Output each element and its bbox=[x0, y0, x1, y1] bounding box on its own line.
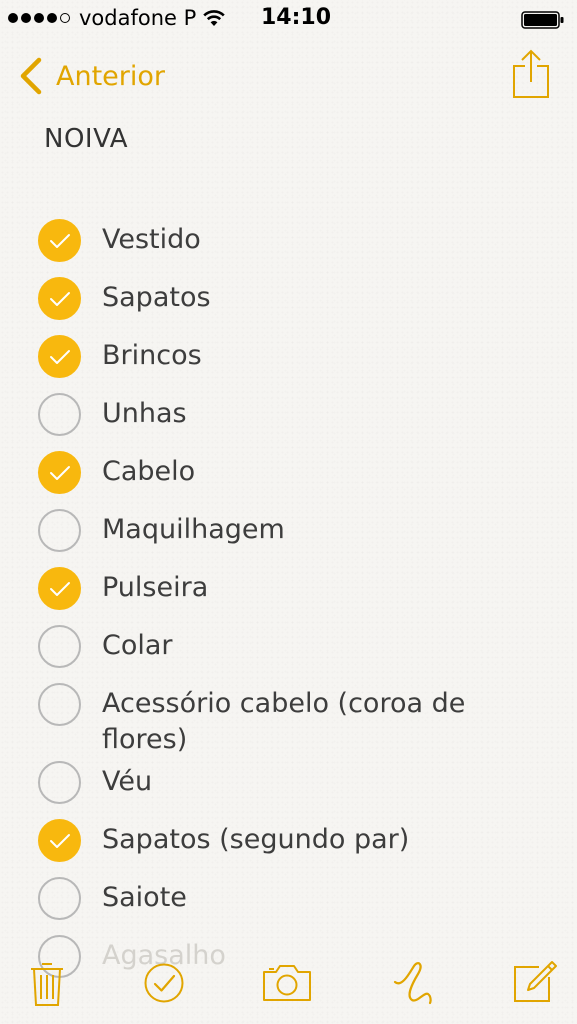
back-button[interactable]: Anterior bbox=[18, 55, 165, 97]
checklist-item-label[interactable]: Vestido bbox=[102, 222, 201, 258]
checklist-item: Colar bbox=[38, 622, 558, 680]
checklist-item-label[interactable]: Sapatos bbox=[102, 280, 211, 316]
checklist-item-label[interactable]: Maquilhagem bbox=[102, 512, 285, 548]
checklist-item: Cabelo bbox=[38, 448, 558, 506]
checklist-item: Véu bbox=[38, 758, 558, 816]
checklist-item-label[interactable]: Sapatos (segundo par) bbox=[102, 822, 409, 858]
checkbox-checked[interactable] bbox=[38, 219, 81, 262]
checklist-item-label[interactable]: Saiote bbox=[102, 880, 187, 916]
checkbox-unchecked[interactable] bbox=[38, 393, 81, 436]
checklist-item-label[interactable]: Colar bbox=[102, 628, 173, 664]
wifi-icon bbox=[203, 10, 225, 26]
checklist-item: Maquilhagem bbox=[38, 506, 558, 564]
back-label: Anterior bbox=[56, 60, 166, 92]
checklist-item: Saiote bbox=[38, 874, 558, 932]
camera-icon[interactable] bbox=[261, 963, 313, 1003]
status-bar: vodafone P 14:10 bbox=[0, 0, 577, 40]
chevron-left-icon bbox=[20, 57, 42, 95]
checkmark-icon bbox=[50, 834, 70, 848]
checklist-icon[interactable] bbox=[143, 962, 185, 1004]
compose-icon[interactable] bbox=[512, 959, 558, 1005]
checkbox-checked[interactable] bbox=[38, 335, 81, 378]
battery-icon bbox=[521, 11, 564, 29]
signal-strength-icon bbox=[8, 13, 70, 23]
share-button[interactable] bbox=[511, 48, 551, 100]
checkbox-checked[interactable] bbox=[38, 567, 81, 610]
bottom-toolbar bbox=[0, 955, 577, 1015]
checkbox-unchecked[interactable] bbox=[38, 625, 81, 668]
checklist-item: Unhas bbox=[38, 390, 558, 448]
checklist-item: Sapatos (segundo par) bbox=[38, 816, 558, 874]
checkmark-icon bbox=[50, 582, 70, 596]
trash-icon[interactable] bbox=[29, 961, 65, 1007]
checklist-item: Acessório cabelo (coroa de flores) bbox=[38, 680, 558, 758]
share-icon bbox=[513, 49, 549, 98]
checkbox-unchecked[interactable] bbox=[38, 877, 81, 920]
checklist-item-label[interactable]: Pulseira bbox=[102, 570, 208, 606]
checkmark-icon bbox=[50, 350, 70, 364]
checkmark-icon bbox=[50, 234, 70, 248]
checkbox-checked[interactable] bbox=[38, 277, 81, 320]
checklist-item-label[interactable]: Unhas bbox=[102, 396, 187, 432]
checklist-item: Pulseira bbox=[38, 564, 558, 622]
carrier-name: vodafone P bbox=[79, 6, 197, 30]
checklist-item-label[interactable]: Acessório cabelo (coroa de flores) bbox=[102, 686, 522, 758]
sketch-icon[interactable] bbox=[390, 958, 434, 1006]
checklist-item-label[interactable]: Cabelo bbox=[102, 454, 195, 490]
note-title: NOIVA bbox=[44, 124, 128, 154]
checklist-item-label[interactable]: Véu bbox=[102, 764, 152, 800]
checklist-item: Sapatos bbox=[38, 274, 558, 332]
status-time: 14:10 bbox=[261, 5, 332, 30]
checklist-item: Brincos bbox=[38, 332, 558, 390]
checklist-item-label[interactable]: Brincos bbox=[102, 338, 202, 374]
checkbox-checked[interactable] bbox=[38, 451, 81, 494]
checkbox-checked[interactable] bbox=[38, 819, 81, 862]
checkbox-unchecked[interactable] bbox=[38, 761, 81, 804]
checkbox-unchecked[interactable] bbox=[38, 683, 81, 726]
checkmark-icon bbox=[50, 292, 70, 306]
checklist-item: Vestido bbox=[38, 216, 558, 274]
checkbox-unchecked[interactable] bbox=[38, 509, 81, 552]
checkmark-icon bbox=[50, 466, 70, 480]
checklist: Vestido Sapatos Brincos Unhas Cabelo Maquilha… bbox=[38, 216, 558, 990]
